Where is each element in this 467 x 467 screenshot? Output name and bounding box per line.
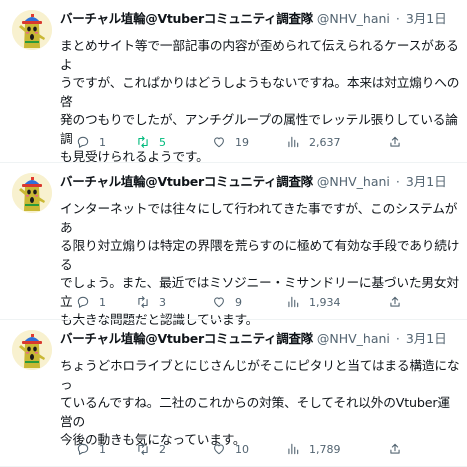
like-button[interactable]: 19 xyxy=(212,133,249,151)
share-button[interactable] xyxy=(388,133,402,151)
tweet-text-line: ちょうどホロライブとにじさんじがそこにピタリと当てはまる構造になっ xyxy=(60,358,460,392)
tweet-header: バーチャル埴輪@Vtuberコミュニティ調査隊 @NHV_hani · 3月1日 xyxy=(60,330,460,348)
tweet-actions: 1 2 10 1,789 xyxy=(60,440,460,458)
heart-icon xyxy=(214,297,224,308)
reply-button[interactable]: 1 xyxy=(76,133,106,151)
reply-button[interactable]: 1 xyxy=(76,440,106,458)
views-button[interactable]: 1,789 xyxy=(286,440,341,458)
speech-bubble-icon xyxy=(77,136,89,148)
tweet-date[interactable]: 3月1日 xyxy=(406,11,447,26)
like-button[interactable]: 10 xyxy=(212,440,249,458)
author-handle[interactable]: @NHV_hani xyxy=(317,11,390,26)
author-handle[interactable]: @NHV_hani xyxy=(317,331,390,346)
views-button[interactable]: 1,934 xyxy=(286,293,341,311)
view-count: 1,934 xyxy=(309,295,341,309)
author-name[interactable]: バーチャル埴輪@Vtuberコミュニティ調査隊 xyxy=(60,11,313,26)
haniwa-avatar-icon xyxy=(12,10,52,50)
separator-dot: · xyxy=(395,331,400,346)
tweet-actions: 1 3 9 1,934 xyxy=(60,293,460,311)
avatar[interactable] xyxy=(12,330,52,370)
avatar[interactable] xyxy=(12,10,52,50)
avatar[interactable] xyxy=(12,173,52,213)
tweet-text: ちょうどホロライブとにじさんじがそこにピタリと当てはまる構造になっ ているんですね… xyxy=(60,357,460,450)
heart-icon xyxy=(214,137,224,148)
tweet-actions: 1 5 19 2,637 xyxy=(60,133,460,151)
reply-button[interactable]: 1 xyxy=(76,293,106,311)
tweet-text-line: インターネットでは往々にして行われてきた事ですが、このシステムがあ xyxy=(60,201,458,235)
retweet-count: 2 xyxy=(159,442,166,456)
tweet[interactable]: バーチャル埴輪@Vtuberコミュニティ調査隊 @NHV_hani · 3月1日… xyxy=(0,0,467,164)
separator-dot: · xyxy=(395,11,400,26)
tweet-text-line: る限り対立煽りは特定の界隈を荒らすのに極めて有効な手段であり続ける xyxy=(60,238,460,272)
tweet-text-line: まとめサイト等で一部記事の内容が歪められて伝えられるケースがあるよ xyxy=(60,38,459,72)
retweet-icon xyxy=(138,296,148,308)
speech-bubble-icon xyxy=(77,443,89,455)
tweet[interactable]: バーチャル埴輪@Vtuberコミュニティ調査隊 @NHV_hani · 3月1日… xyxy=(0,163,467,327)
like-count: 9 xyxy=(235,295,242,309)
reply-count: 1 xyxy=(99,442,106,456)
tweet-text-line: ているんですね。二社のこれからの対策、そしてそれ以外のVtuber運営の xyxy=(60,395,450,429)
tweet-header: バーチャル埴輪@Vtuberコミュニティ調査隊 @NHV_hani · 3月1日 xyxy=(60,10,460,28)
like-count: 19 xyxy=(235,135,249,149)
retweet-count: 3 xyxy=(159,295,166,309)
separator-dot: · xyxy=(395,174,400,189)
haniwa-avatar-icon xyxy=(12,330,52,370)
bar-chart-icon xyxy=(288,443,299,455)
view-count: 1,789 xyxy=(309,442,341,456)
like-button[interactable]: 9 xyxy=(212,293,242,311)
share-button[interactable] xyxy=(388,293,402,311)
reply-count: 1 xyxy=(99,295,106,309)
author-name[interactable]: バーチャル埴輪@Vtuberコミュニティ調査隊 xyxy=(60,174,313,189)
tweet-date[interactable]: 3月1日 xyxy=(406,174,447,189)
retweet-icon xyxy=(138,443,148,455)
tweet[interactable]: バーチャル埴輪@Vtuberコミュニティ調査隊 @NHV_hani · 3月1日… xyxy=(0,320,467,467)
share-icon xyxy=(390,136,400,147)
bar-chart-icon xyxy=(288,136,299,148)
bar-chart-icon xyxy=(288,296,299,308)
like-count: 10 xyxy=(235,442,249,456)
tweet-text-line: うですが、これぱかりはどうしようもないですね。本来は対立煽りへの啓 xyxy=(60,75,460,109)
retweet-button[interactable]: 3 xyxy=(136,293,166,311)
speech-bubble-icon xyxy=(77,296,89,308)
tweet-header: バーチャル埴輪@Vtuberコミュニティ調査隊 @NHV_hani · 3月1日 xyxy=(60,173,460,191)
retweet-count: 5 xyxy=(159,135,166,149)
retweet-icon xyxy=(138,136,148,148)
author-name[interactable]: バーチャル埴輪@Vtuberコミュニティ調査隊 xyxy=(60,331,313,346)
author-handle[interactable]: @NHV_hani xyxy=(317,174,390,189)
reply-count: 1 xyxy=(99,135,106,149)
views-button[interactable]: 2,637 xyxy=(286,133,341,151)
retweet-button[interactable]: 5 xyxy=(136,133,166,151)
tweet-date[interactable]: 3月1日 xyxy=(406,331,447,346)
share-icon xyxy=(390,443,400,454)
share-button[interactable] xyxy=(388,440,402,458)
view-count: 2,637 xyxy=(309,135,341,149)
haniwa-avatar-icon xyxy=(12,173,52,213)
retweet-button[interactable]: 2 xyxy=(136,440,166,458)
heart-icon xyxy=(214,444,224,455)
share-icon xyxy=(390,296,400,307)
